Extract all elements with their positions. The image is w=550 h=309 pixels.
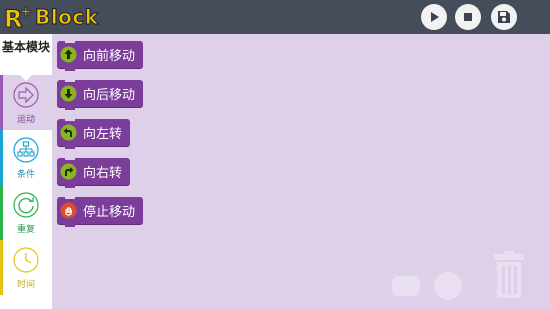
category-condition[interactable]: 条件	[0, 130, 52, 185]
category-label: 运动	[16, 115, 35, 125]
category-sidebar: 基本模块 运动 条件 重复 时间	[0, 34, 52, 309]
category-repeat[interactable]: 重复	[0, 185, 52, 240]
logo-r-icon: R +	[3, 3, 33, 31]
save-icon	[498, 11, 510, 23]
clock-icon	[13, 247, 39, 273]
stop-button[interactable]	[455, 4, 481, 30]
category-label: 时间	[16, 280, 35, 290]
category-time[interactable]: 时间	[0, 240, 52, 295]
arrow-down-icon	[60, 85, 77, 102]
play-icon	[431, 12, 439, 22]
block-label: 向后移动	[83, 88, 136, 103]
block-stop-moving[interactable]: 停止移动	[57, 196, 144, 227]
arrow-right-icon	[13, 82, 39, 108]
turn-left-icon	[60, 124, 77, 141]
app-logo: R + Block	[3, 3, 99, 31]
turn-right-icon	[60, 163, 77, 180]
play-button[interactable]	[421, 4, 447, 30]
block-turn-left[interactable]: 向左转	[57, 118, 131, 149]
hierarchy-icon	[13, 137, 39, 163]
block-label: 向前移动	[83, 49, 136, 64]
trash-icon[interactable]	[488, 251, 530, 301]
arrow-up-icon	[60, 46, 77, 63]
stop-hand-icon	[60, 202, 77, 219]
block-turn-right[interactable]: 向右转	[57, 157, 131, 188]
repeat-icon	[13, 192, 39, 218]
svg-text:+: +	[20, 4, 32, 20]
category-title: 基本模块	[0, 34, 52, 81]
block-label: 向左转	[83, 127, 123, 142]
zoom-reset-icon[interactable]	[388, 272, 424, 300]
center-icon[interactable]	[430, 270, 466, 302]
block-label: 停止移动	[83, 205, 136, 220]
block-move-forward[interactable]: 向前移动	[57, 40, 144, 71]
category-motion[interactable]: 运动	[0, 75, 52, 130]
category-label: 条件	[16, 170, 35, 180]
block-move-backward[interactable]: 向后移动	[57, 79, 144, 110]
logo-text: Block	[35, 5, 99, 30]
save-button[interactable]	[491, 4, 517, 30]
category-label: 重复	[16, 225, 35, 235]
top-bar: R + Block	[0, 0, 550, 34]
stop-icon	[464, 13, 472, 21]
block-label: 向右转	[83, 166, 123, 181]
